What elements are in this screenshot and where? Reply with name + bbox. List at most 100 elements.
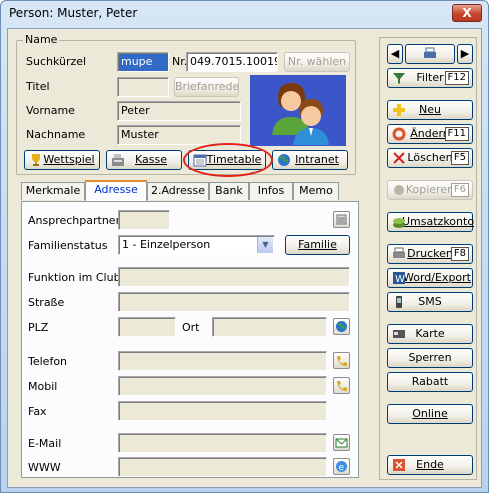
strasse-label: Straße	[28, 296, 65, 309]
wettspiel-button[interactable]: Wettspiel	[24, 150, 100, 170]
mobile-dial-icon[interactable]	[333, 377, 350, 394]
familie-button[interactable]: Familie	[285, 235, 350, 255]
word-export-label: Word/Export	[403, 271, 471, 284]
print-preview-button[interactable]	[405, 44, 455, 64]
familienstatus-select[interactable]: 1 - Einzelperson ▼	[118, 235, 275, 255]
funktion-field[interactable]	[118, 267, 350, 287]
umsatzkonto-button[interactable]: Umsatzkonto	[387, 212, 475, 232]
title-bar[interactable]: Person: Muster, Peter X	[1, 1, 488, 27]
member-card-icon	[392, 327, 406, 341]
copy-icon	[392, 183, 406, 197]
nachname-field[interactable]: Muster	[117, 125, 241, 145]
drucken-key: F8	[450, 247, 469, 261]
money-icon	[392, 215, 406, 229]
neu-label: Neu	[419, 103, 441, 116]
previous-record-button[interactable]: ◀	[387, 44, 403, 64]
printer-icon	[422, 47, 438, 64]
svg-text:W: W	[395, 274, 405, 285]
kasse-button[interactable]: Kasse	[106, 150, 182, 170]
sms-button[interactable]: SMS	[387, 292, 473, 312]
fax-field[interactable]	[118, 401, 327, 421]
tab-adresse[interactable]: Adresse	[85, 180, 147, 201]
online-button[interactable]: Online	[387, 404, 473, 424]
cash-register-icon	[111, 153, 125, 167]
tab-merkmale[interactable]: Merkmale	[21, 182, 85, 200]
plz-label: PLZ	[28, 321, 49, 334]
email-field[interactable]	[118, 433, 327, 453]
briefanrede-button[interactable]: Briefanrede	[174, 77, 239, 97]
browser-icon[interactable]: e	[333, 458, 350, 475]
telefon-field[interactable]	[118, 351, 327, 371]
suchkuerzel-field[interactable]: mupe	[117, 52, 169, 72]
svg-text:e: e	[339, 463, 345, 473]
chevron-down-icon[interactable]: ▼	[257, 237, 273, 253]
kopieren-key: F6	[450, 183, 469, 197]
intranet-label: Intranet	[295, 153, 339, 166]
tab-bank[interactable]: Bank	[209, 182, 249, 200]
familie-label: Familie	[298, 238, 337, 251]
plz-field[interactable]	[118, 317, 176, 337]
aendern-button[interactable]: Ändern F11	[387, 124, 473, 144]
vorname-label: Vorname	[26, 104, 75, 117]
person-avatar	[250, 75, 346, 146]
contact-list-icon[interactable]	[333, 211, 350, 228]
kopieren-button[interactable]: Kopieren F6	[387, 180, 473, 200]
filter-key: F12	[444, 71, 469, 85]
name-group-label: Name	[23, 33, 60, 46]
drucken-button[interactable]: Drucken F8	[387, 244, 473, 264]
phone-dial-icon[interactable]	[333, 352, 350, 369]
delete-x-icon	[392, 151, 406, 165]
neu-button[interactable]: Neu	[387, 100, 473, 120]
tab-strip: Merkmale Adresse 2.Adresse Bank Infos Me…	[21, 180, 359, 202]
print-icon	[392, 247, 406, 261]
loeschen-key: F5	[450, 151, 469, 165]
karte-label: Karte	[415, 327, 445, 340]
nr-field[interactable]: 049.7015.100197	[186, 52, 278, 72]
loeschen-button[interactable]: Löschen F5	[387, 148, 473, 168]
umsatzkonto-label: Umsatzkonto	[402, 215, 475, 228]
strasse-field[interactable]	[118, 292, 350, 312]
exit-icon	[392, 458, 406, 472]
suchkuerzel-label: Suchkürzel	[26, 55, 87, 68]
tab-2-adresse[interactable]: 2.Adresse	[147, 182, 209, 200]
telefon-label: Telefon	[28, 355, 68, 368]
word-export-button[interactable]: W Word/Export	[387, 268, 473, 288]
rabatt-button[interactable]: Rabatt	[387, 372, 473, 392]
send-email-icon[interactable]	[333, 434, 350, 451]
titel-field[interactable]	[117, 77, 169, 97]
filter-button[interactable]: Filter F12	[387, 68, 473, 88]
funktion-label: Funktion im Club	[28, 271, 121, 284]
mobile-phone-icon	[392, 295, 406, 309]
www-field[interactable]	[118, 457, 327, 477]
vorname-field[interactable]: Peter	[117, 101, 241, 121]
new-plus-icon	[392, 103, 406, 117]
tab-memo[interactable]: Memo	[293, 182, 339, 200]
intranet-button[interactable]: Intranet	[272, 150, 348, 170]
ort-field[interactable]	[212, 317, 327, 337]
drucken-label: Drucken	[407, 247, 453, 260]
sperren-button[interactable]: Sperren	[387, 348, 473, 368]
ende-label: Ende	[416, 458, 444, 471]
www-label: WWW	[28, 461, 61, 474]
close-button[interactable]: X	[452, 4, 482, 22]
ansprechpartner-field[interactable]	[118, 210, 170, 230]
next-record-button[interactable]: ▶	[457, 44, 473, 64]
titel-label: Titel	[26, 80, 50, 93]
aendern-key: F11	[444, 127, 469, 141]
rabatt-label: Rabatt	[411, 375, 449, 388]
loeschen-label: Löschen	[407, 151, 453, 164]
filter-icon	[392, 71, 406, 85]
trophy-icon	[29, 153, 43, 167]
map-globe-icon[interactable]	[333, 318, 350, 335]
globe-icon	[277, 153, 291, 167]
email-label: E-Mail	[28, 437, 62, 450]
person-window: Person: Muster, Peter X Name Suchkürzel …	[0, 0, 489, 493]
ende-button[interactable]: Ende	[387, 455, 473, 475]
nr-waehlen-button[interactable]: Nr. wählen	[284, 52, 350, 72]
word-icon: W	[392, 271, 406, 285]
karte-button[interactable]: Karte	[387, 324, 473, 344]
tab-infos[interactable]: Infos	[249, 182, 293, 200]
familienstatus-value: 1 - Einzelperson	[122, 238, 211, 251]
sperren-label: Sperren	[408, 351, 452, 364]
mobil-field[interactable]	[118, 376, 327, 396]
